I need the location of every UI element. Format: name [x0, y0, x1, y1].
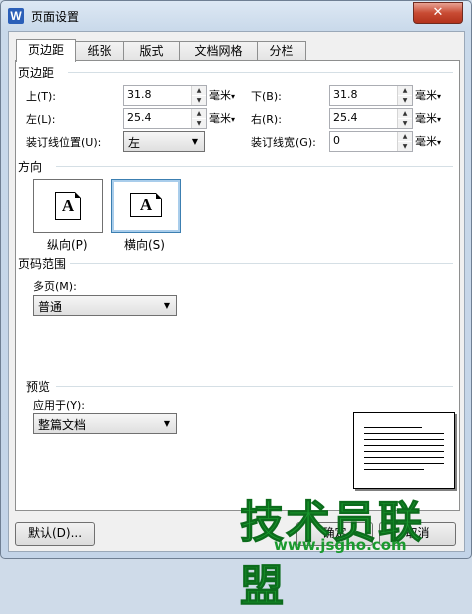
- page-preview: [353, 412, 455, 489]
- spin-down-icon[interactable]: ▼: [398, 142, 412, 151]
- apply-to-select[interactable]: 整篇文档 ▼: [33, 413, 177, 434]
- right-margin-value: 25.4: [333, 111, 358, 124]
- right-margin-spinner[interactable]: 25.4 ▲ ▼: [329, 108, 413, 129]
- dropdown-caret-icon: ▾: [231, 115, 236, 124]
- portrait-label: 纵向(P): [47, 238, 88, 252]
- page-range-group-title: 页码范围: [18, 257, 67, 271]
- dialog-client: 页边距 纸张 版式 文档网格 分栏 页边距 上(T): 31.8 ▲ ▼ 毫米▾ …: [8, 31, 465, 552]
- gutter-width-label: 装订线宽(G):: [251, 136, 316, 149]
- preview-line: [364, 463, 444, 464]
- gutter-position-label: 装订线位置(U):: [26, 136, 102, 149]
- cancel-button[interactable]: 取消: [379, 522, 456, 546]
- gutter-position-select[interactable]: 左 ▼: [123, 131, 205, 152]
- top-margin-label: 上(T):: [26, 90, 57, 103]
- group-divider: [56, 166, 453, 167]
- portrait-option[interactable]: A: [33, 179, 103, 233]
- spin-down-icon[interactable]: ▼: [398, 96, 412, 105]
- preview-line: [364, 427, 422, 428]
- margins-group-title: 页边距: [18, 66, 55, 80]
- landscape-page-icon: A: [130, 193, 162, 217]
- gutter-width-spinner[interactable]: 0 ▲ ▼: [329, 131, 413, 152]
- bottom-margin-value: 31.8: [333, 88, 358, 101]
- right-margin-unit[interactable]: 毫米▾: [415, 110, 441, 126]
- tab-layout[interactable]: 版式: [123, 41, 180, 61]
- group-divider: [56, 386, 453, 387]
- left-margin-unit[interactable]: 毫米▾: [209, 110, 235, 126]
- left-margin-spinner[interactable]: 25.4 ▲ ▼: [123, 108, 207, 129]
- gutter-width-unit[interactable]: 毫米▾: [415, 133, 441, 149]
- spin-down-icon[interactable]: ▼: [192, 119, 206, 128]
- orientation-group-title: 方向: [18, 160, 43, 174]
- portrait-page-icon: A: [55, 192, 81, 220]
- tab-margins[interactable]: 页边距: [16, 39, 76, 62]
- gutter-position-value: 左: [128, 136, 141, 150]
- dropdown-caret-icon: ▾: [437, 115, 442, 124]
- spin-up-icon[interactable]: ▲: [192, 109, 206, 118]
- preview-line: [364, 457, 444, 458]
- tab-columns[interactable]: 分栏: [257, 41, 306, 61]
- dropdown-caret-icon: ▾: [437, 92, 442, 101]
- preview-line: [364, 469, 424, 470]
- close-button[interactable]: ✕: [413, 2, 463, 24]
- ok-button[interactable]: 确定: [296, 522, 373, 546]
- preview-line: [364, 451, 444, 452]
- spin-down-icon[interactable]: ▼: [192, 96, 206, 105]
- right-margin-label: 右(R):: [251, 113, 282, 126]
- chevron-down-icon: ▼: [163, 419, 170, 428]
- page-setup-dialog: W 页面设置 ✕ 页边距 纸张 版式 文档网格 分栏 页边距 上(T): 31.…: [0, 0, 472, 559]
- top-margin-unit[interactable]: 毫米▾: [209, 87, 235, 103]
- wps-writer-icon: W: [8, 8, 24, 24]
- landscape-label: 横向(S): [124, 238, 165, 252]
- tab-paper[interactable]: 纸张: [75, 41, 124, 61]
- left-margin-value: 25.4: [127, 111, 152, 124]
- top-margin-value: 31.8: [127, 88, 152, 101]
- group-divider: [70, 263, 453, 264]
- window-title: 页面设置: [31, 10, 80, 24]
- preview-line: [364, 439, 444, 440]
- multiple-pages-label: 多页(M):: [33, 280, 77, 293]
- bottom-margin-unit[interactable]: 毫米▾: [415, 87, 441, 103]
- spin-up-icon[interactable]: ▲: [398, 132, 412, 141]
- gutter-width-value: 0: [333, 134, 340, 147]
- multiple-pages-select[interactable]: 普通 ▼: [33, 295, 177, 316]
- preview-line: [364, 445, 444, 446]
- preview-group-title: 预览: [26, 380, 51, 394]
- default-button[interactable]: 默认(D)...: [15, 522, 95, 546]
- preview-line: [364, 433, 444, 434]
- spin-up-icon[interactable]: ▲: [192, 86, 206, 95]
- apply-to-label: 应用于(Y):: [33, 399, 86, 412]
- apply-to-value: 整篇文档: [38, 418, 87, 432]
- multiple-pages-value: 普通: [38, 300, 63, 314]
- bottom-margin-label: 下(B):: [251, 90, 282, 103]
- tab-panel-margins: 页边距 上(T): 31.8 ▲ ▼ 毫米▾ 下(B): 31.8 ▲ ▼ 毫米▾ …: [15, 60, 460, 511]
- chevron-down-icon: ▼: [163, 301, 170, 310]
- spin-up-icon[interactable]: ▲: [398, 86, 412, 95]
- group-divider: [68, 72, 453, 73]
- title-bar: W 页面设置 ✕: [1, 1, 471, 31]
- spin-down-icon[interactable]: ▼: [398, 119, 412, 128]
- spin-up-icon[interactable]: ▲: [398, 109, 412, 118]
- left-margin-label: 左(L):: [26, 113, 56, 126]
- chevron-down-icon: ▼: [191, 137, 198, 146]
- dropdown-caret-icon: ▾: [231, 92, 236, 101]
- top-margin-spinner[interactable]: 31.8 ▲ ▼: [123, 85, 207, 106]
- dropdown-caret-icon: ▾: [437, 138, 442, 147]
- tab-document-grid[interactable]: 文档网格: [179, 41, 258, 61]
- landscape-option[interactable]: A: [111, 179, 181, 233]
- bottom-margin-spinner[interactable]: 31.8 ▲ ▼: [329, 85, 413, 106]
